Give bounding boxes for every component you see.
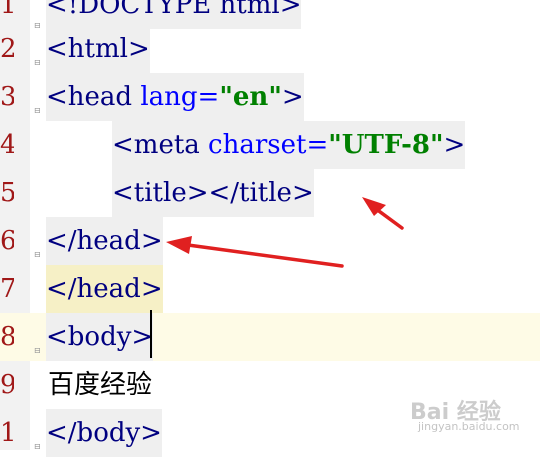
arrow-to-title-line <box>362 197 404 230</box>
arrow-to-head-close-line <box>166 236 344 268</box>
watermark: Bai 经验 jingyan.baidu.com <box>410 392 530 438</box>
annotation-arrows <box>166 197 404 268</box>
watermark-url: jingyan.baidu.com <box>418 420 520 433</box>
